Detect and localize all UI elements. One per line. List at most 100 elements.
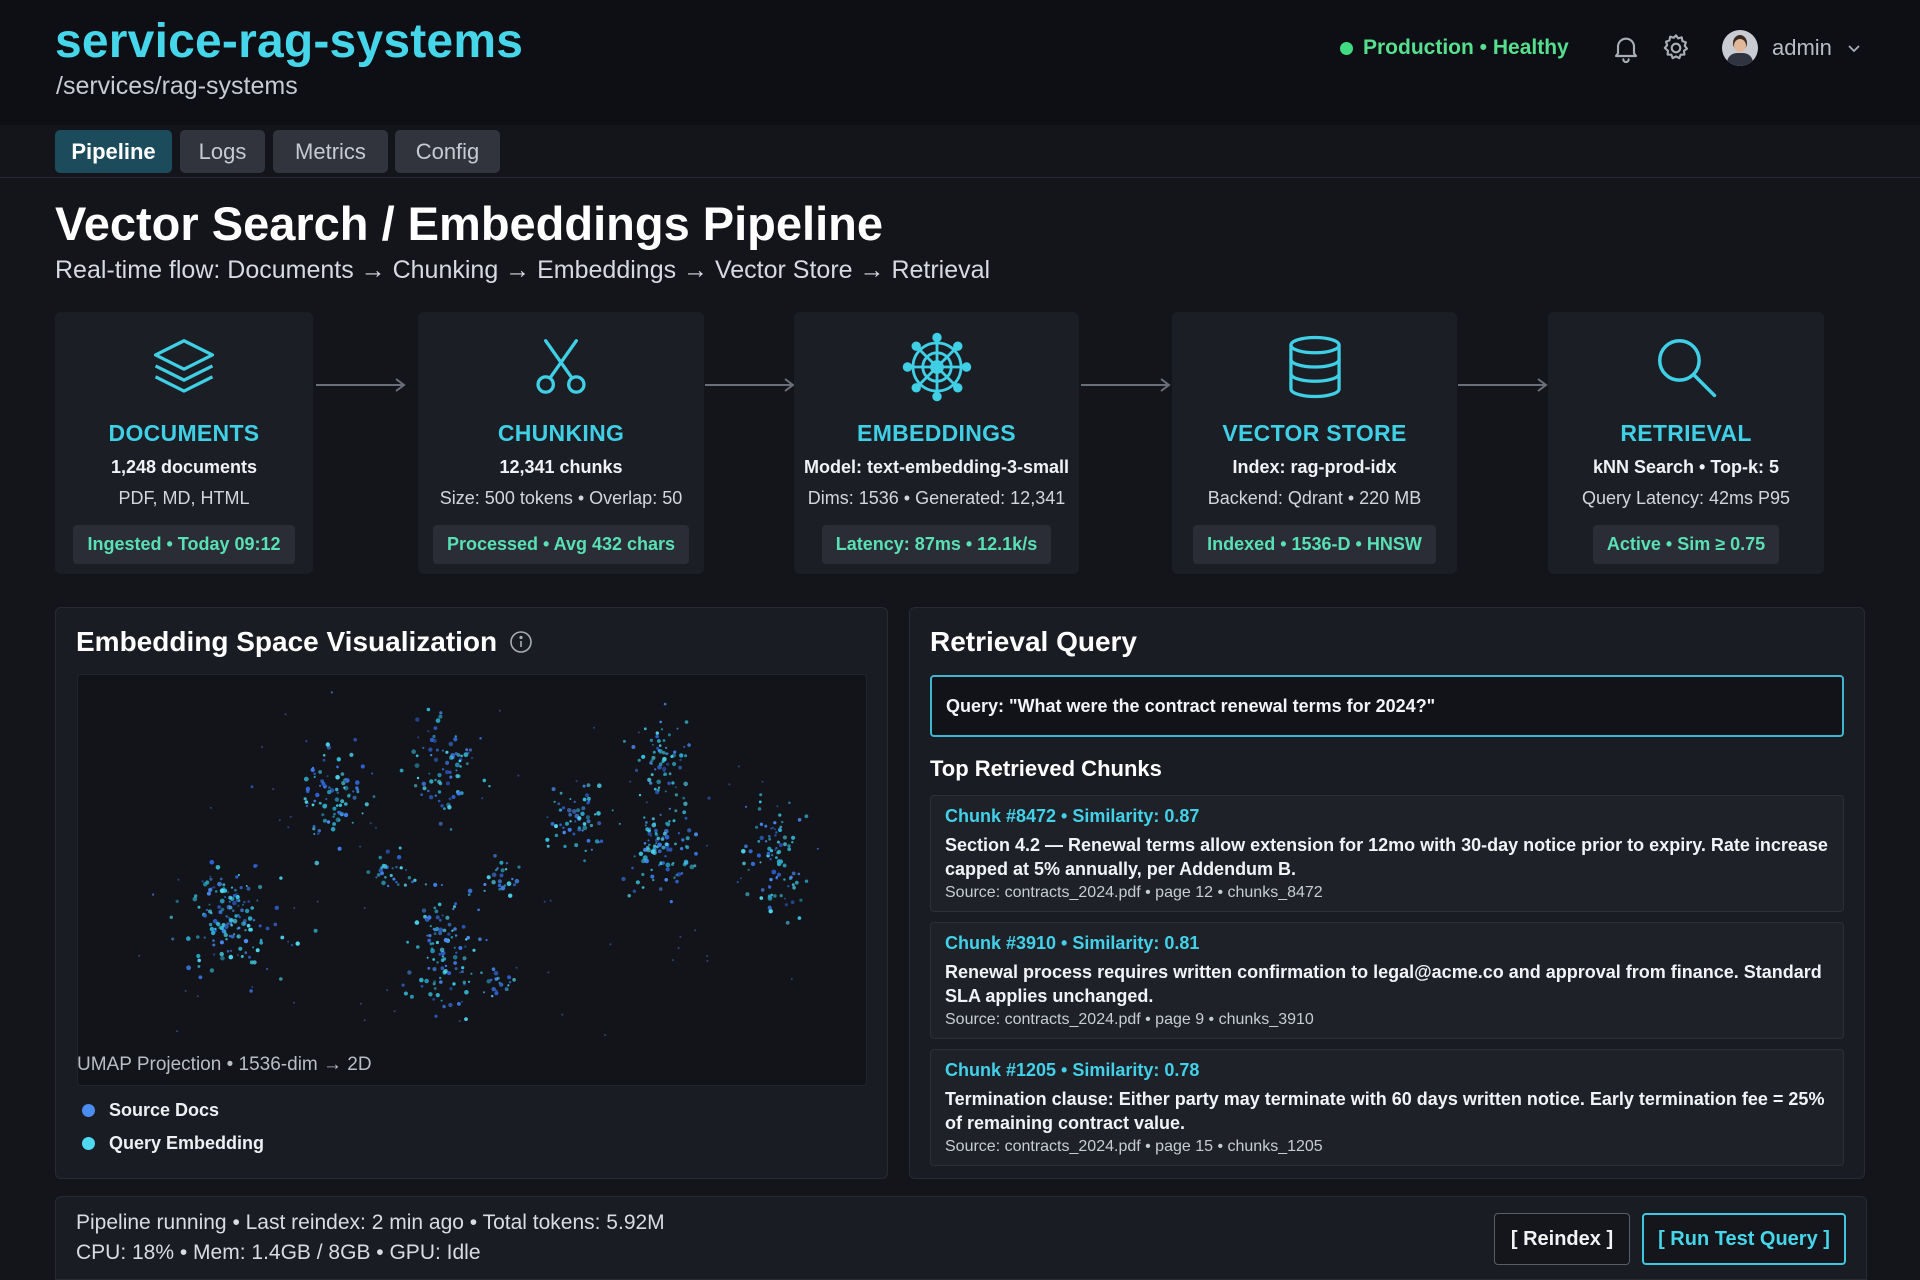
embedding-point: [336, 765, 339, 769]
embedding-point: [415, 717, 420, 722]
embedding-point: [611, 809, 614, 812]
embedding-point: [597, 783, 602, 788]
embedding-point: [217, 881, 222, 887]
embedding-point: [790, 900, 795, 904]
bell-icon[interactable]: [1610, 32, 1642, 64]
user-menu[interactable]: admin: [1722, 30, 1862, 66]
reindex-button[interactable]: [ Reindex ]: [1494, 1213, 1630, 1265]
embedding-visualization-panel: Embedding Space Visualization UMAP Proje…: [55, 607, 888, 1179]
embedding-point: [435, 940, 439, 945]
embedding-point: [450, 936, 454, 939]
embedding-scatter-plot[interactable]: [77, 674, 867, 1086]
stage-detail: Index: rag-prod-idx: [1232, 457, 1397, 477]
embedding-point: [574, 843, 579, 848]
stage-documents[interactable]: DOCUMENTS 1,248 documents PDF, MD, HTML …: [55, 312, 313, 574]
embedding-point: [386, 884, 390, 888]
embedding-point: [384, 876, 387, 879]
embedding-point: [759, 896, 764, 900]
embedding-point: [757, 807, 762, 811]
breadcrumb[interactable]: /services/rag-systems: [56, 72, 298, 101]
embedding-point: [435, 718, 441, 723]
stage-embeddings[interactable]: EMBEDDINGS Model: text-embedding-3-small…: [794, 312, 1079, 574]
embedding-point: [508, 893, 513, 898]
embedding-point: [352, 795, 357, 800]
embedding-point: [344, 778, 350, 783]
embedding-point: [209, 806, 212, 809]
embedding-point: [326, 775, 329, 778]
embedding-point: [235, 892, 238, 895]
legend-item-source-docs: Source Docs: [82, 1100, 264, 1121]
embedding-point: [706, 844, 708, 847]
embedding-point: [507, 984, 510, 987]
embedding-point: [449, 755, 454, 760]
embedding-point: [468, 748, 472, 752]
embedding-point: [758, 800, 762, 804]
embedding-point: [648, 843, 651, 847]
legend-label: Source Docs: [109, 1100, 220, 1120]
embedding-point: [585, 815, 590, 820]
embedding-point: [454, 735, 457, 738]
embedding-point: [644, 824, 647, 827]
embedding-point: [313, 799, 317, 803]
embedding-point: [223, 930, 227, 934]
embedding-point: [311, 803, 315, 807]
embedding-point: [629, 780, 632, 783]
gear-icon[interactable]: [1660, 32, 1692, 64]
embedding-point: [449, 775, 453, 779]
tab-logs[interactable]: Logs: [180, 130, 265, 173]
embedding-point: [175, 899, 179, 903]
stage-detail: Dims: 1536 • Generated: 12,341: [807, 488, 1066, 508]
embedding-point: [312, 825, 316, 828]
tab-metrics[interactable]: Metrics: [273, 130, 388, 173]
embedding-point: [433, 932, 437, 935]
embedding-point: [439, 711, 443, 715]
embedding-point: [343, 786, 346, 789]
query-input[interactable]: Query: "What were the contract renewal t…: [930, 675, 1844, 737]
embedding-point: [438, 821, 443, 826]
embedding-point: [683, 745, 686, 748]
embedding-point: [426, 956, 429, 959]
info-icon[interactable]: [509, 630, 533, 654]
embedding-point: [684, 720, 689, 724]
embedding-point: [775, 856, 778, 859]
embedding-point: [396, 883, 400, 886]
embedding-point: [433, 726, 438, 730]
embedding-point: [310, 767, 315, 772]
embedding-point: [330, 691, 333, 694]
embedding-point: [776, 805, 779, 808]
tab-config[interactable]: Config: [395, 130, 500, 173]
embedding-point: [449, 828, 453, 831]
avatar: [1722, 30, 1758, 66]
embedding-point: [680, 872, 684, 875]
embedding-point: [660, 728, 664, 731]
embedding-point: [452, 955, 458, 960]
embedding-point: [677, 947, 680, 950]
tab-pipeline[interactable]: Pipeline: [55, 130, 172, 173]
stage-retrieval[interactable]: RETRIEVAL kNN Search • Top-k: 5 Query La…: [1548, 312, 1824, 574]
embedding-point: [440, 804, 444, 808]
embedding-point: [448, 741, 454, 747]
stage-vector-store[interactable]: VECTOR STORE Index: rag-prod-idx Backend…: [1172, 312, 1457, 574]
embedding-point: [209, 926, 215, 932]
embedding-point: [240, 908, 244, 912]
run-test-query-button[interactable]: [ Run Test Query ]: [1642, 1213, 1846, 1265]
stage-chunking[interactable]: CHUNKING 12,341 chunks Size: 500 tokens …: [418, 312, 704, 574]
embedding-point: [447, 922, 452, 927]
retrieved-chunk[interactable]: Chunk #3910 • Similarity: 0.81 Renewal p…: [930, 922, 1844, 1039]
embedding-point: [256, 899, 259, 902]
embedding-point: [783, 864, 786, 867]
embedding-point: [757, 840, 761, 843]
retrieved-chunk[interactable]: Chunk #1205 • Similarity: 0.78 Terminati…: [930, 1049, 1844, 1166]
embedding-point: [231, 909, 235, 912]
embedding-point: [340, 813, 344, 817]
embedding-point: [585, 793, 589, 797]
embedding-point: [460, 754, 463, 758]
embedding-point: [391, 867, 394, 870]
embedding-point: [259, 938, 263, 942]
embedding-point: [409, 994, 414, 999]
embedding-point: [248, 955, 251, 959]
embedding-point: [657, 849, 662, 854]
embedding-point: [667, 781, 671, 785]
retrieved-chunk[interactable]: Chunk #8472 • Similarity: 0.87 Section 4…: [930, 795, 1844, 912]
embedding-point: [438, 952, 442, 956]
